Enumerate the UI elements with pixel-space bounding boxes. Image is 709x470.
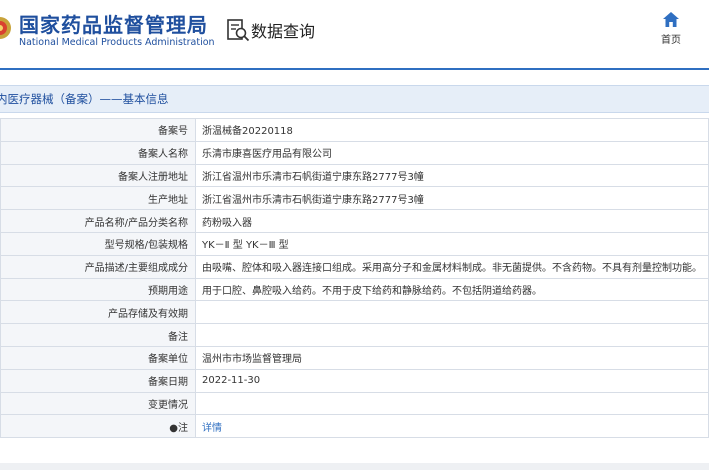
table-row: 备案号 浙温械备20220118 bbox=[0, 118, 709, 142]
table-row: 生产地址 浙江省温州市乐清市石帆街道宁康东路2777号3幢 bbox=[0, 186, 709, 211]
site-subtitle: National Medical Products Administration bbox=[19, 37, 215, 48]
row-label: 产品存储及有效期 bbox=[0, 300, 196, 325]
info-table: 备案号 浙温械备20220118 备案人名称 乐清市康喜医疗用品有限公司 备案人… bbox=[0, 118, 709, 439]
row-value: 浙江省温州市乐清市石帆街道宁康东路2777号3幢 bbox=[195, 163, 709, 188]
row-label: 预期用途 bbox=[0, 277, 196, 302]
row-value: 用于口腔、鼻腔吸入给药。不用于皮下给药和静脉给药。不包括阴道给药器。 bbox=[195, 277, 709, 302]
row-label: ●注 bbox=[0, 414, 196, 439]
table-row: 型号规格/包装规格 YK－Ⅱ 型 YK－Ⅲ 型 bbox=[0, 231, 709, 256]
section-title: 内医疗器械（备案）——基本信息 bbox=[0, 92, 169, 106]
row-label: 产品名称/产品分类名称 bbox=[0, 209, 196, 233]
home-label: 首页 bbox=[661, 35, 681, 46]
row-label: 产品描述/主要组成成分 bbox=[0, 254, 196, 279]
emblem-icon bbox=[0, 17, 11, 39]
row-label: 备案人注册地址 bbox=[0, 163, 196, 188]
table-row: 备注 bbox=[0, 323, 709, 347]
row-value: 温州市市场监督管理局 bbox=[195, 345, 709, 370]
table-row: 预期用途 用于口腔、鼻腔吸入给药。不用于皮下给药和静脉给药。不包括阴道给药器。 bbox=[0, 277, 709, 302]
row-label: 备案单位 bbox=[0, 345, 196, 370]
footer-strip bbox=[0, 463, 709, 470]
site-header: 国家药品监督管理局 National Medical Products Admi… bbox=[0, 0, 709, 70]
row-label: 型号规格/包装规格 bbox=[0, 231, 196, 256]
row-label: 生产地址 bbox=[0, 186, 196, 211]
row-label: 备案号 bbox=[0, 118, 196, 142]
row-value: 浙温械备20220118 bbox=[195, 118, 709, 142]
row-value: 2022-11-30 bbox=[195, 368, 709, 393]
row-label: 变更情况 bbox=[0, 391, 196, 416]
row-label: 备案日期 bbox=[0, 368, 196, 393]
row-value: 乐清市康喜医疗用品有限公司 bbox=[195, 140, 709, 165]
row-value bbox=[195, 391, 709, 416]
table-row: 变更情况 bbox=[0, 391, 709, 416]
table-row: 备案单位 温州市市场监督管理局 bbox=[0, 345, 709, 370]
table-row: 备案日期 2022-11-30 bbox=[0, 368, 709, 393]
home-button[interactable]: 首页 bbox=[656, 12, 686, 46]
detail-link[interactable]: 详情 bbox=[202, 423, 222, 434]
data-query-label[interactable]: 数据查询 bbox=[251, 18, 315, 42]
row-value: 由吸嘴、腔体和吸入器连接口组成。采用高分子和金属材料制成。非无菌提供。不含药物。… bbox=[195, 254, 709, 279]
table-row: 产品存储及有效期 bbox=[0, 300, 709, 325]
row-value bbox=[195, 300, 709, 325]
section-header: 内医疗器械（备案）——基本信息 bbox=[0, 85, 709, 113]
table-row: ●注 详情 bbox=[0, 414, 709, 439]
row-value bbox=[195, 323, 709, 347]
table-row: 产品名称/产品分类名称 药粉吸入器 bbox=[0, 209, 709, 233]
data-query-icon bbox=[227, 19, 250, 42]
row-value: 详情 bbox=[195, 414, 709, 439]
table-row: 备案人名称 乐清市康喜医疗用品有限公司 bbox=[0, 140, 709, 165]
table-row: 产品描述/主要组成成分 由吸嘴、腔体和吸入器连接口组成。采用高分子和金属材料制成… bbox=[0, 254, 709, 279]
row-label: 备注 bbox=[0, 323, 196, 347]
row-value: 浙江省温州市乐清市石帆街道宁康东路2777号3幢 bbox=[195, 186, 709, 211]
site-title: 国家药品监督管理局 bbox=[19, 13, 208, 37]
table-row: 备案人注册地址 浙江省温州市乐清市石帆街道宁康东路2777号3幢 bbox=[0, 163, 709, 188]
home-icon bbox=[663, 12, 679, 27]
row-value: YK－Ⅱ 型 YK－Ⅲ 型 bbox=[195, 231, 709, 256]
row-value: 药粉吸入器 bbox=[195, 209, 709, 233]
row-label: 备案人名称 bbox=[0, 140, 196, 165]
